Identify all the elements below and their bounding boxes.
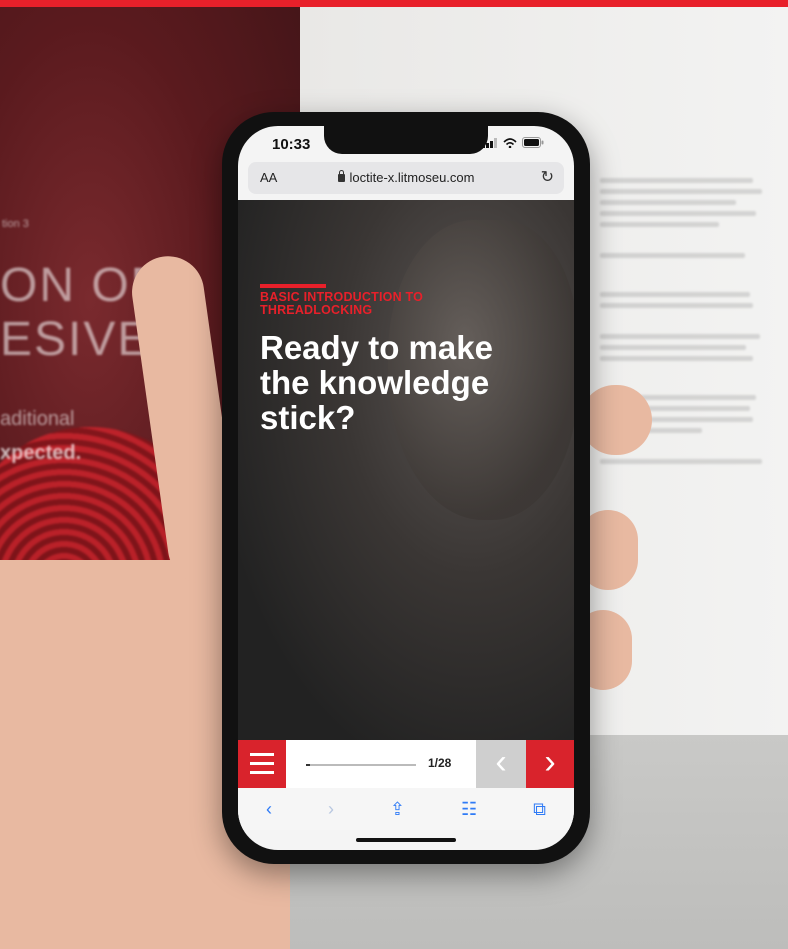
back-icon[interactable]: ‹ [266,799,272,820]
progress-track [306,764,416,766]
hand-finger [580,385,652,455]
brand-top-bar [0,0,788,7]
photo-scene: tion 3 ON OF ESIVE aditional xpected. 10… [0,0,788,949]
course-slide: BASIC INTRODUCTION TO THREADLOCKING Read… [238,200,574,740]
next-page-button[interactable]: › [526,740,574,788]
tabs-icon[interactable]: ⧉ [533,799,546,820]
kicker-rule [260,284,326,288]
lock-icon [337,170,345,182]
battery-icon [522,137,544,148]
share-icon[interactable]: ⇪ [390,799,405,820]
slide-kicker: BASIC INTRODUCTION TO THREADLOCKING [260,290,423,317]
home-indicator [356,838,456,842]
previous-page-button[interactable]: ‹ [476,740,526,788]
phone-notch [324,126,488,154]
hamburger-line [250,762,274,765]
hamburger-line [250,771,274,774]
url-label: loctite-x.litmoseu.com [349,170,475,185]
chevron-left-icon: ‹ [495,743,507,781]
course-nav-bar: 1/28 ‹ › [238,740,574,788]
address-bar[interactable]: AA loctite-x.litmoseu.com ↻ [248,162,564,194]
background-text-line: tion 3 [2,218,29,230]
slide-headline: Ready to make the knowledge stick? [260,329,493,436]
reload-icon[interactable]: ↻ [541,167,554,187]
page-indicator: 1/28 [428,756,452,770]
url-text[interactable]: loctite-x.litmoseu.com [248,170,564,185]
background-text-line: ESIVE [0,313,152,366]
safari-toolbar: ‹ › ⇪ ☷ ⧉ [238,788,574,830]
progress-fill [306,764,310,766]
forward-icon[interactable]: › [328,799,334,820]
smartphone: 10:33 AA loctite-x.litmoseu.com ↻ BASIC … [222,112,590,864]
wifi-icon [503,137,517,148]
hamburger-line [250,753,274,756]
chevron-right-icon: › [544,743,556,781]
status-time: 10:33 [272,136,311,153]
background-text-line: aditional [0,408,75,430]
status-icons [482,137,544,148]
menu-button[interactable] [238,740,286,788]
phone-screen: 10:33 AA loctite-x.litmoseu.com ↻ BASIC … [238,126,574,850]
background-text-line: xpected. [0,442,82,464]
bookmarks-icon[interactable]: ☷ [461,799,477,820]
